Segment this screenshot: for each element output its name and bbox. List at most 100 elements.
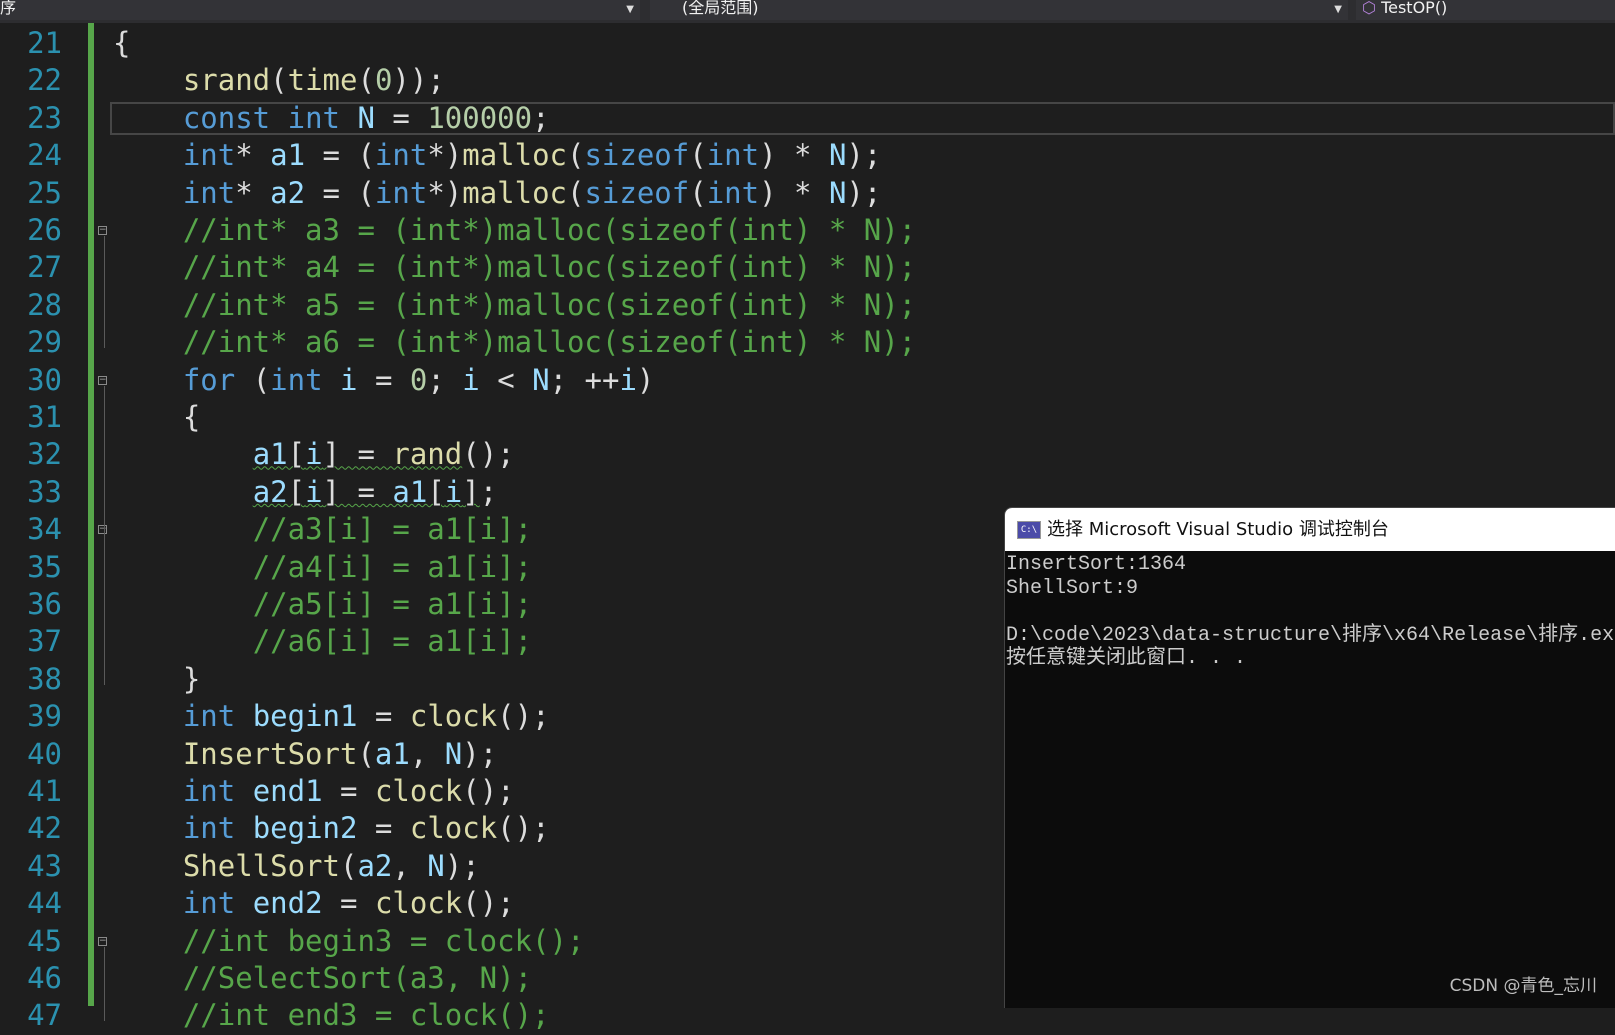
code-token: time	[287, 63, 358, 98]
code-token: N	[357, 100, 375, 135]
collapse-icon[interactable]: −	[98, 226, 107, 235]
code-token: int	[182, 175, 236, 210]
code-line[interactable]: 25 int* a2 = (int*)malloc(sizeof(int) * …	[0, 175, 1615, 212]
code-text: ShellSort(a2, N);	[113, 848, 480, 885]
line-number: 29	[27, 325, 62, 360]
code-token: int	[270, 362, 323, 397]
line-number: 41	[27, 774, 62, 808]
code-line[interactable]: 30 for (int i = 0; i < N; ++i)	[0, 362, 1615, 399]
code-token: 0	[409, 362, 428, 397]
watermark: CSDN @青色_忘川	[1449, 976, 1597, 996]
code-token: ] =	[322, 474, 393, 509]
code-token: );	[846, 175, 882, 210]
code-token: =	[357, 362, 410, 397]
code-text: for (int i = 0; i < N; ++i)	[113, 362, 655, 399]
collapse-icon[interactable]: −	[98, 525, 107, 535]
code-token: =	[374, 100, 428, 135]
code-token: //a5[i] = a1[i];	[252, 587, 533, 621]
code-token: 100000	[427, 100, 533, 135]
code-token: //int* a4 = (int*)malloc(sizeof(int) * N…	[182, 250, 917, 285]
member-label: TestOP()	[1381, 0, 1448, 17]
code-token: const	[182, 100, 271, 135]
code-line[interactable]: 21 {	[0, 25, 1615, 62]
code-token: N	[532, 362, 550, 397]
line-number: 38	[27, 661, 62, 696]
code-line[interactable]: 29 //int* a6 = (int*)malloc(sizeof(int) …	[0, 324, 1615, 361]
code-token: //a3[i] = a1[i];	[252, 512, 533, 547]
code-token: i	[444, 474, 463, 509]
line-number: 35	[27, 549, 62, 584]
navigation-bar: 序 ▼ (全局范围) ▼ ⬡ TestOP()	[0, 0, 1615, 23]
line-number: 40	[27, 736, 62, 771]
code-line[interactable]: 27 //int* a4 = (int*)malloc(sizeof(int) …	[0, 249, 1615, 286]
code-token: [	[287, 437, 306, 472]
code-token: i	[305, 437, 323, 472]
outline-guide	[104, 946, 105, 1022]
code-token: (	[270, 63, 288, 98]
code-token: );	[444, 848, 480, 883]
code-text: //int* a3 = (int*)malloc(sizeof(int) * N…	[113, 212, 916, 249]
line-number: 22	[27, 63, 62, 98]
code-text: //int end3 = clock();	[113, 997, 550, 1034]
code-token: ();	[497, 699, 550, 734]
member-dropdown[interactable]: ⬡ TestOP()	[1356, 0, 1615, 20]
code-text: {	[113, 25, 130, 62]
code-token: N	[828, 175, 847, 210]
code-text: //a3[i] = a1[i];	[113, 511, 532, 548]
scope-dropdown[interactable]: (全局范围) ▼	[650, 0, 1348, 20]
code-token: [	[427, 474, 445, 509]
code-token: //SelectSort(a3, N);	[182, 961, 533, 995]
collapse-icon[interactable]: −	[98, 936, 107, 946]
code-token: ; ++	[549, 362, 620, 397]
code-token: a1	[374, 736, 410, 771]
code-token: clock	[374, 774, 463, 808]
code-token: ) *	[759, 175, 829, 210]
code-token: =	[357, 811, 410, 846]
code-token: N	[427, 848, 445, 883]
code-line[interactable]: 32 a1[i] = rand();	[0, 436, 1615, 473]
line-number: 43	[27, 848, 62, 883]
line-number: 36	[27, 587, 62, 621]
code-line[interactable]: 26 //int* a3 = (int*)malloc(sizeof(int) …	[0, 212, 1615, 249]
code-line[interactable]: 23 const int N = 100000;	[0, 100, 1615, 137]
code-text: }	[113, 661, 200, 698]
code-token: int	[706, 175, 760, 210]
console-title-bar[interactable]: C:\ 选择 Microsoft Visual Studio 调试控制台	[1005, 508, 1615, 551]
code-token: a2	[270, 175, 306, 210]
code-token: a2	[357, 848, 393, 883]
code-line[interactable]: 28 //int* a5 = (int*)malloc(sizeof(int) …	[0, 287, 1615, 324]
line-number: 33	[27, 474, 62, 509]
debug-console-window[interactable]: C:\ 选择 Microsoft Visual Studio 调试控制台 Ins…	[1004, 507, 1615, 1008]
code-token: 0	[374, 63, 393, 98]
code-token: ;	[532, 100, 550, 135]
line-number: 47	[27, 998, 62, 1033]
line-number: 23	[27, 100, 62, 135]
collapse-icon[interactable]: −	[98, 375, 107, 385]
code-token: //int end3 = clock();	[182, 998, 550, 1033]
code-line[interactable]: 31 {	[0, 399, 1615, 436]
code-line[interactable]: 22 srand(time(0));	[0, 62, 1615, 99]
code-token: clock	[409, 699, 498, 734]
code-line[interactable]: 33 a2[i] = a1[i];	[0, 474, 1615, 511]
code-token: ;	[479, 474, 498, 509]
line-number: 39	[27, 699, 62, 734]
code-text: const int N = 100000;	[113, 100, 550, 137]
code-token: a1	[392, 474, 428, 509]
code-text: int begin1 = clock();	[113, 698, 550, 735]
code-token: rand	[392, 437, 463, 472]
code-token: N	[828, 138, 847, 173]
code-token: a1	[252, 437, 288, 472]
line-number: 30	[27, 362, 62, 397]
code-line[interactable]: 24 int* a1 = (int*)malloc(sizeof(int) * …	[0, 137, 1615, 174]
project-dropdown[interactable]: 序 ▼	[0, 0, 640, 20]
code-token: int	[182, 774, 236, 808]
